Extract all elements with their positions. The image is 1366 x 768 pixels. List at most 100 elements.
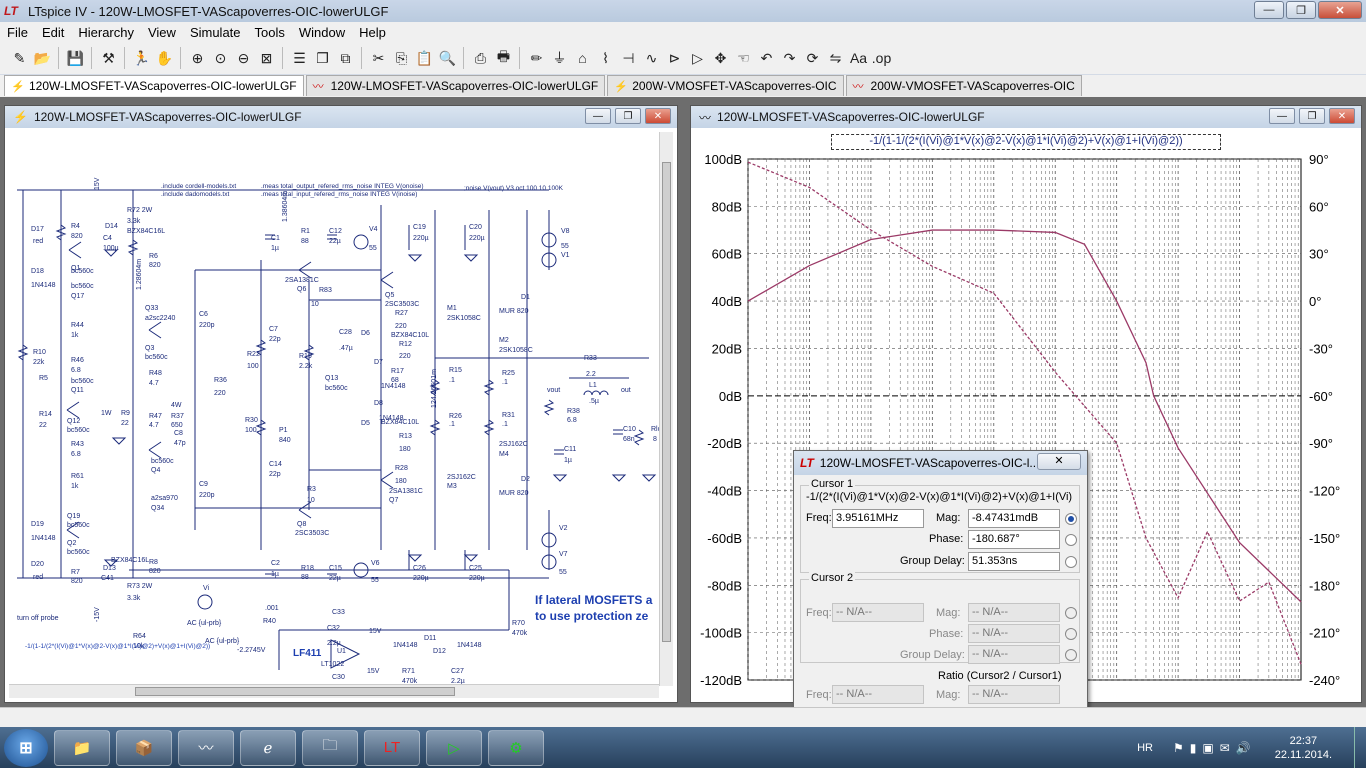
component-label[interactable]: MUR 820: [499, 490, 529, 497]
pan-icon[interactable]: ⊙: [209, 46, 232, 70]
component-label[interactable]: V7: [559, 551, 568, 558]
component-label[interactable]: .1: [502, 379, 508, 386]
component-label[interactable]: 1W: [101, 410, 112, 417]
component-label[interactable]: V1: [561, 252, 570, 259]
schematic-minimize-button[interactable]: —: [585, 108, 611, 124]
component-label[interactable]: bc560c: [67, 549, 90, 556]
component-label[interactable]: C28: [339, 329, 352, 336]
component-label[interactable]: R73 2W: [127, 583, 153, 590]
component-label[interactable]: 6.8: [71, 451, 81, 458]
cursor2-mag-field[interactable]: -- N/A--: [968, 603, 1060, 622]
redo-icon[interactable]: ↷: [778, 46, 801, 70]
component-label[interactable]: 22µ: [329, 238, 341, 245]
component-label[interactable]: R25: [502, 370, 515, 377]
component-label[interactable]: D17: [31, 226, 44, 233]
component-label[interactable]: bc560c: [67, 522, 90, 529]
clock[interactable]: 22:37 22.11.2014.: [1275, 734, 1332, 762]
component-label[interactable]: red: [33, 238, 43, 245]
component-label[interactable]: 55: [369, 245, 377, 252]
component-label[interactable]: a2sc2240: [145, 315, 175, 322]
component-label[interactable]: 180: [395, 478, 407, 485]
component-label[interactable]: Q5: [385, 292, 394, 299]
component-label[interactable]: 2SJ162C: [499, 441, 528, 448]
component-label[interactable]: Vi: [203, 585, 210, 592]
schematic-close-button[interactable]: ✕: [645, 108, 671, 124]
spice-directive-icon[interactable]: .op: [870, 46, 893, 70]
ie-taskbar-icon[interactable]: ℯ: [240, 729, 296, 766]
installer-taskbar-icon[interactable]: 📦: [116, 729, 172, 766]
component-label[interactable]: .1: [449, 377, 455, 384]
component-label[interactable]: D2: [521, 476, 530, 483]
cursor1-gd-radio[interactable]: [1065, 556, 1077, 568]
component-label[interactable]: R36: [214, 377, 227, 384]
component-label[interactable]: 8: [653, 436, 657, 443]
cursor2-gd-radio[interactable]: [1065, 649, 1077, 661]
component-label[interactable]: D12: [433, 648, 446, 655]
component-label[interactable]: 1N4148: [31, 535, 56, 542]
capacitor-icon[interactable]: ⊣: [617, 46, 640, 70]
start-button[interactable]: ⊞: [4, 728, 48, 767]
component-label[interactable]: Q33: [145, 305, 158, 312]
menu-simulate[interactable]: Simulate: [183, 25, 248, 40]
component-label[interactable]: 100: [247, 363, 259, 370]
component-label[interactable]: 220p: [199, 492, 215, 499]
component-label[interactable]: MUR 820: [499, 308, 529, 315]
component-label[interactable]: R15: [449, 367, 462, 374]
save-icon[interactable]: 💾: [64, 46, 87, 70]
component-label[interactable]: 6.8: [71, 367, 81, 374]
component-label[interactable]: M4: [499, 451, 509, 458]
component-label[interactable]: C7: [269, 326, 278, 333]
resistor-icon[interactable]: ⌇: [594, 46, 617, 70]
folder-taskbar-icon[interactable]: 🗀: [302, 729, 358, 766]
component-label[interactable]: 2.2µ: [327, 640, 341, 647]
show-desktop-button[interactable]: [1354, 727, 1366, 768]
cursor1-mag-radio[interactable]: [1065, 513, 1077, 525]
tab-schematic-1[interactable]: ⚡ 120W-LMOSFET-VAScapoverres-OIC-lowerULG…: [4, 75, 304, 96]
component-label[interactable]: C4: [103, 235, 112, 242]
component-label[interactable]: R22: [247, 351, 260, 358]
component-label[interactable]: R33: [584, 355, 597, 362]
cascade-icon[interactable]: ❐: [311, 46, 334, 70]
find-icon[interactable]: 🔍: [436, 46, 459, 70]
diode-icon[interactable]: ⊳: [663, 46, 686, 70]
component-label[interactable]: M3: [447, 483, 457, 490]
expression-comment[interactable]: -1/(1-1/(2*(I(Vi)@1*V(x)@2-V(x)@1*I(Vi)@…: [25, 643, 210, 650]
component-label[interactable]: D8: [374, 400, 383, 407]
component-label[interactable]: R5: [39, 375, 48, 382]
component-label[interactable]: R71: [402, 668, 415, 675]
component-label[interactable]: R44: [71, 322, 84, 329]
menu-window[interactable]: Window: [292, 25, 352, 40]
component-label[interactable]: 1k: [71, 332, 79, 339]
component-label[interactable]: R48: [149, 370, 162, 377]
component-label[interactable]: C8: [174, 430, 183, 437]
component-label[interactable]: R37: [171, 413, 184, 420]
component-label[interactable]: AC {ul-prb}: [187, 620, 222, 627]
component-label[interactable]: 1N4148: [393, 642, 418, 649]
schematic-canvas[interactable]: R72 2W 3.3k BZX84C16L R4 820 D17 red D14 C4 100µ D…: [9, 130, 665, 690]
component-label[interactable]: V4: [369, 226, 378, 233]
component-label[interactable]: Q6: [297, 286, 306, 293]
component-label[interactable]: C27: [451, 668, 464, 675]
component-label[interactable]: 55: [559, 569, 567, 576]
label-net-icon[interactable]: ⌂: [571, 46, 594, 70]
component-label[interactable]: 820: [149, 262, 161, 269]
scope-taskbar-icon[interactable]: 〰: [178, 729, 234, 766]
component-label[interactable]: C20: [469, 224, 482, 231]
component-label[interactable]: C2: [271, 560, 280, 567]
component-label[interactable]: Q3: [145, 345, 154, 352]
component-label[interactable]: R18: [301, 565, 314, 572]
directive-include-2[interactable]: .include dadomodels.txt: [161, 191, 229, 198]
component-label[interactable]: 4W: [171, 402, 182, 409]
move-icon[interactable]: ✥: [709, 46, 732, 70]
component-label[interactable]: 55: [371, 577, 379, 584]
component-label[interactable]: 1N4148: [381, 383, 406, 390]
ratio-mag-field[interactable]: -- N/A--: [968, 685, 1060, 704]
comment-mosfet-2[interactable]: to use protection ze: [535, 609, 649, 623]
component-label[interactable]: 2SA1381C: [389, 488, 423, 495]
component-label[interactable]: D19: [31, 521, 44, 528]
maximize-button[interactable]: ❐: [1286, 1, 1316, 19]
directive-meas-2[interactable]: .meas total_input_refered_rms_noise INTE…: [261, 191, 417, 198]
schematic-restore-button[interactable]: ❐: [615, 108, 641, 124]
component-label[interactable]: R43: [71, 441, 84, 448]
cursor1-phase-field[interactable]: -180.687°: [968, 530, 1060, 549]
